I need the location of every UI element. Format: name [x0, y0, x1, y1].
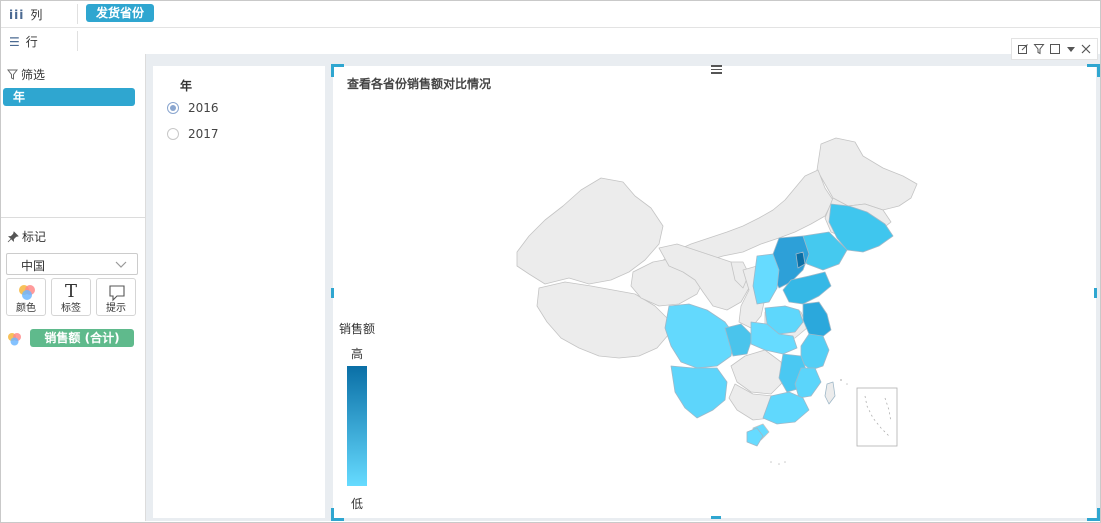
shelf-divider — [77, 31, 78, 51]
chevron-down-icon — [115, 261, 127, 268]
section-divider — [1, 217, 145, 218]
legend-low-label: 低 — [351, 497, 364, 511]
map-type-select[interactable]: 中国 — [6, 253, 138, 275]
province-yunnan — [670, 365, 728, 419]
legend-high-label: 高 — [351, 347, 364, 361]
corner-handle[interactable] — [1087, 64, 1100, 77]
pin-icon — [7, 230, 19, 242]
corner-handle[interactable] — [331, 64, 344, 77]
corner-handle[interactable] — [331, 508, 344, 521]
province-zhejiang-shanghai — [800, 333, 830, 371]
rows-icon: ☰ — [9, 34, 20, 49]
tooltip-button[interactable]: 提示 — [96, 278, 136, 316]
rows-shelf-label: ☰ 行 — [9, 34, 38, 50]
map-card[interactable]: 查看各省份销售额对比情况 销售额 高 低 — [333, 66, 1096, 518]
shelf-divider — [77, 4, 78, 24]
filter-section-title: 筛选 — [7, 66, 45, 83]
radio-option-2016[interactable]: 2016 — [167, 101, 219, 115]
text-icon: T — [64, 281, 77, 302]
dropdown-icon[interactable] — [1066, 43, 1076, 55]
province-fujian — [794, 367, 822, 399]
columns-shelf-label: iii 列 — [9, 7, 43, 23]
legend-title: 销售额 — [339, 322, 376, 336]
corner-handle[interactable] — [1087, 508, 1100, 521]
marks-section-title: 标记 — [7, 228, 46, 245]
columns-icon: iii — [9, 7, 25, 22]
comment-icon — [109, 285, 125, 302]
maximize-icon[interactable] — [1049, 43, 1061, 55]
province-jiangsu — [802, 301, 832, 339]
filter-field-pill[interactable]: 年 — [3, 88, 135, 106]
radio-option-2017[interactable]: 2017 — [167, 127, 219, 141]
resize-handle-bottom[interactable] — [711, 516, 721, 519]
color-button[interactable]: 颜色 — [6, 278, 46, 316]
province-taiwan — [824, 381, 836, 405]
filter-icon[interactable] — [1033, 43, 1045, 55]
province-sichuan — [664, 303, 736, 369]
radio-unselected — [167, 128, 179, 140]
filter-icon — [7, 69, 18, 80]
component-toolbar — [1011, 38, 1098, 60]
close-icon[interactable] — [1080, 43, 1092, 55]
radio-selected — [167, 102, 179, 114]
color-icon — [19, 285, 35, 300]
resize-handle-right[interactable] — [1094, 288, 1097, 298]
label-button[interactable]: T 标签 — [51, 278, 91, 316]
south-china-sea-inset — [856, 387, 898, 447]
color-measure-pill[interactable]: 销售额 (合计) — [30, 329, 134, 347]
rows-shelf[interactable]: ☰ 行 — [1, 28, 1100, 55]
china-map[interactable] — [333, 66, 1096, 518]
year-filter-card: 年 2016 2017 — [153, 66, 325, 518]
color-mark-icon — [8, 333, 21, 346]
province-shanxi — [752, 253, 780, 305]
legend-gradient-bar — [347, 366, 367, 486]
drag-handle-icon[interactable] — [711, 65, 722, 74]
filter-card-title: 年 — [180, 79, 193, 93]
columns-shelf[interactable]: iii 列 发货省份 — [1, 1, 1100, 28]
resize-handle-left[interactable] — [331, 288, 334, 298]
edit-icon[interactable] — [1017, 43, 1029, 55]
column-field-pill[interactable]: 发货省份 — [86, 4, 155, 22]
